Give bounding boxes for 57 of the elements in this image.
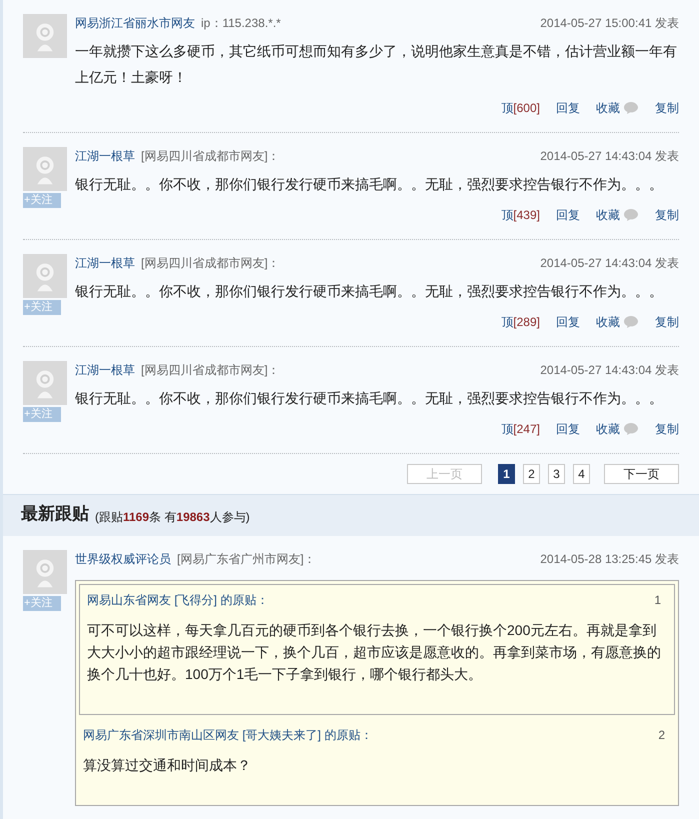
- reply-link[interactable]: 回复: [556, 99, 580, 117]
- reply-link[interactable]: 回复: [556, 206, 580, 224]
- upvote-link[interactable]: 顶[439]: [501, 206, 540, 224]
- copy-link[interactable]: 复制: [655, 206, 679, 224]
- comment-text: 银行无耻。。你不收，那你们银行发行硬币来搞毛啊。。无耻，强烈要求控告银行不作为。。。: [75, 282, 664, 301]
- quote-text: 可不可以这样，每天拿几百元的硬币到各个银行去换，一个银行换个200元左右。再就是拿到大大小小的超市跟经理说一下，换个几百，超市应该是愿意收的。再拿到菜市场，有愿意换的换个几十也好。100万个1毛一下子拿到银行，哪个银行都头大。: [87, 621, 662, 684]
- quote-header: 网易广东省深圳市南山区网友 [哥大姨夫来了] 的原贴：: [83, 727, 372, 744]
- section-title: 最新跟贴: [21, 502, 89, 524]
- author-location: [网易四川省成都市网友]：: [141, 148, 280, 165]
- author-link[interactable]: 世界级权威评论员: [75, 550, 171, 568]
- avatar: [23, 147, 67, 191]
- next-page-button[interactable]: 下一页: [604, 464, 679, 484]
- chat-bubble-icon[interactable]: [623, 208, 639, 222]
- author-location: ip：115.238.*.*: [201, 15, 281, 32]
- post-time: 2014-05-28 13:25:45 发表: [540, 551, 679, 568]
- upvote-link[interactable]: 顶[289]: [501, 313, 540, 331]
- avatar: [23, 14, 67, 58]
- save-link[interactable]: 收藏: [596, 99, 620, 117]
- page-button[interactable]: 1: [498, 464, 515, 484]
- quote-header: 网易山东省网友 [飞得分] 的原贴：: [87, 592, 268, 609]
- avatar: [23, 254, 67, 298]
- upvote-link[interactable]: 顶[600]: [501, 99, 540, 117]
- save-link[interactable]: 收藏: [596, 420, 620, 438]
- author-link[interactable]: 江湖一根草: [75, 361, 135, 379]
- comment-text: 银行无耻。。你不收，那你们银行发行硬币来搞毛啊。。无耻，强烈要求控告银行不作为。。。: [75, 389, 664, 408]
- copy-link[interactable]: 复制: [655, 99, 679, 117]
- comment-text: 一年就攒下这么多硬币，其它纸币可想而知有多少了，说明他家生意真是不错，估计营业额一年有上亿元！土豪呀！: [75, 42, 678, 87]
- page-button[interactable]: 2: [523, 464, 540, 484]
- author-location: [网易广东省广州市网友]：: [177, 551, 316, 568]
- author-link[interactable]: 网易浙江省丽水市网友: [75, 14, 195, 32]
- author-location: [网易四川省成都市网友]：: [141, 362, 280, 379]
- author-link[interactable]: 江湖一根草: [75, 147, 135, 165]
- page-button[interactable]: 3: [548, 464, 565, 484]
- chat-bubble-icon[interactable]: [623, 101, 639, 115]
- quote-number: 1: [654, 592, 662, 609]
- chat-bubble-icon[interactable]: [623, 422, 639, 436]
- author-location: [网易四川省成都市网友]：: [141, 255, 280, 272]
- save-link[interactable]: 收藏: [596, 313, 620, 331]
- post-time: 2014-05-27 14:43:04 发表: [540, 255, 679, 272]
- page-button[interactable]: 4: [573, 464, 590, 484]
- quote-number: 2: [658, 727, 666, 744]
- post-time: 2014-05-27 14:43:04 发表: [540, 148, 679, 165]
- comment-text: 银行无耻。。你不收，那你们银行发行硬币来搞毛啊。。无耻，强烈要求控告银行不作为。。。: [75, 175, 664, 194]
- author-link[interactable]: 江湖一根草: [75, 254, 135, 272]
- upvote-link[interactable]: 顶[247]: [501, 420, 540, 438]
- copy-link[interactable]: 复制: [655, 313, 679, 331]
- chat-bubble-icon[interactable]: [623, 315, 639, 329]
- avatar: [23, 361, 67, 405]
- post-time: 2014-05-27 14:43:04 发表: [540, 362, 679, 379]
- quote-text: 算没算过交通和时间成本？: [83, 756, 252, 775]
- post-time: 2014-05-27 15:00:41 发表: [540, 15, 679, 32]
- avatar: [23, 550, 67, 594]
- save-link[interactable]: 收藏: [596, 206, 620, 224]
- reply-link[interactable]: 回复: [556, 313, 580, 331]
- copy-link[interactable]: 复制: [655, 420, 679, 438]
- section-summary: (跟贴1169条 有19863人参与): [95, 509, 250, 526]
- reply-link[interactable]: 回复: [556, 420, 580, 438]
